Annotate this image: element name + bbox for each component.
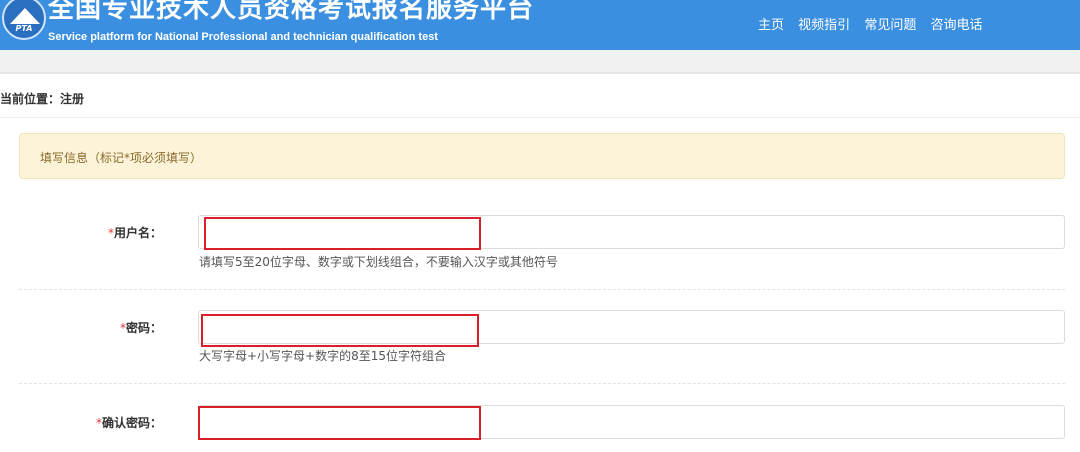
top-header: PTA 全国专业技术人员资格考试报名服务平台 Service platform … [0, 0, 1080, 50]
form-row-divider [19, 383, 1065, 384]
confirm-password-highlight-box [198, 406, 481, 440]
nav-faq-link[interactable]: 常见问题 [864, 18, 916, 33]
password-highlight-box [201, 314, 479, 347]
username-highlight-box [204, 217, 481, 250]
password-hint: 大写字母+小写字母+数字的8至15位字符组合 [199, 349, 447, 363]
password-label-text: 密码： [125, 321, 162, 335]
site-title: 全国专业技术人员资格考试报名服务平台 [48, 0, 535, 24]
header-divider-band [0, 50, 1080, 74]
logo-text: PTA [15, 24, 33, 33]
nav-home-link[interactable]: 主页 [758, 18, 784, 33]
main-nav: 主页 视频指引 常见问题 咨询电话 [758, 14, 992, 33]
confirm-password-label: *确认密码： [0, 414, 162, 431]
username-label: *用户名： [0, 224, 162, 241]
nav-hotline-link[interactable]: 咨询电话 [930, 18, 982, 33]
breadcrumb: 当前位置：注册 [0, 92, 85, 106]
username-label-text: 用户名： [113, 226, 162, 240]
password-label: *密码： [0, 319, 162, 336]
notice-box: 填写信息（标记*项必须填写） [19, 133, 1065, 179]
pta-logo-icon: PTA [2, 0, 46, 40]
breadcrumb-divider [0, 117, 1080, 118]
username-hint: 请填写5至20位字母、数字或下划线组合，不要输入汉字或其他符号 [199, 255, 558, 269]
nav-video-guide-link[interactable]: 视频指引 [798, 18, 850, 33]
confirm-password-label-text: 确认密码： [101, 416, 162, 430]
site-subtitle: Service platform for National Profession… [48, 31, 438, 43]
notice-text: 填写信息（标记*项必须填写） [40, 151, 203, 165]
form-row-divider [19, 289, 1065, 290]
